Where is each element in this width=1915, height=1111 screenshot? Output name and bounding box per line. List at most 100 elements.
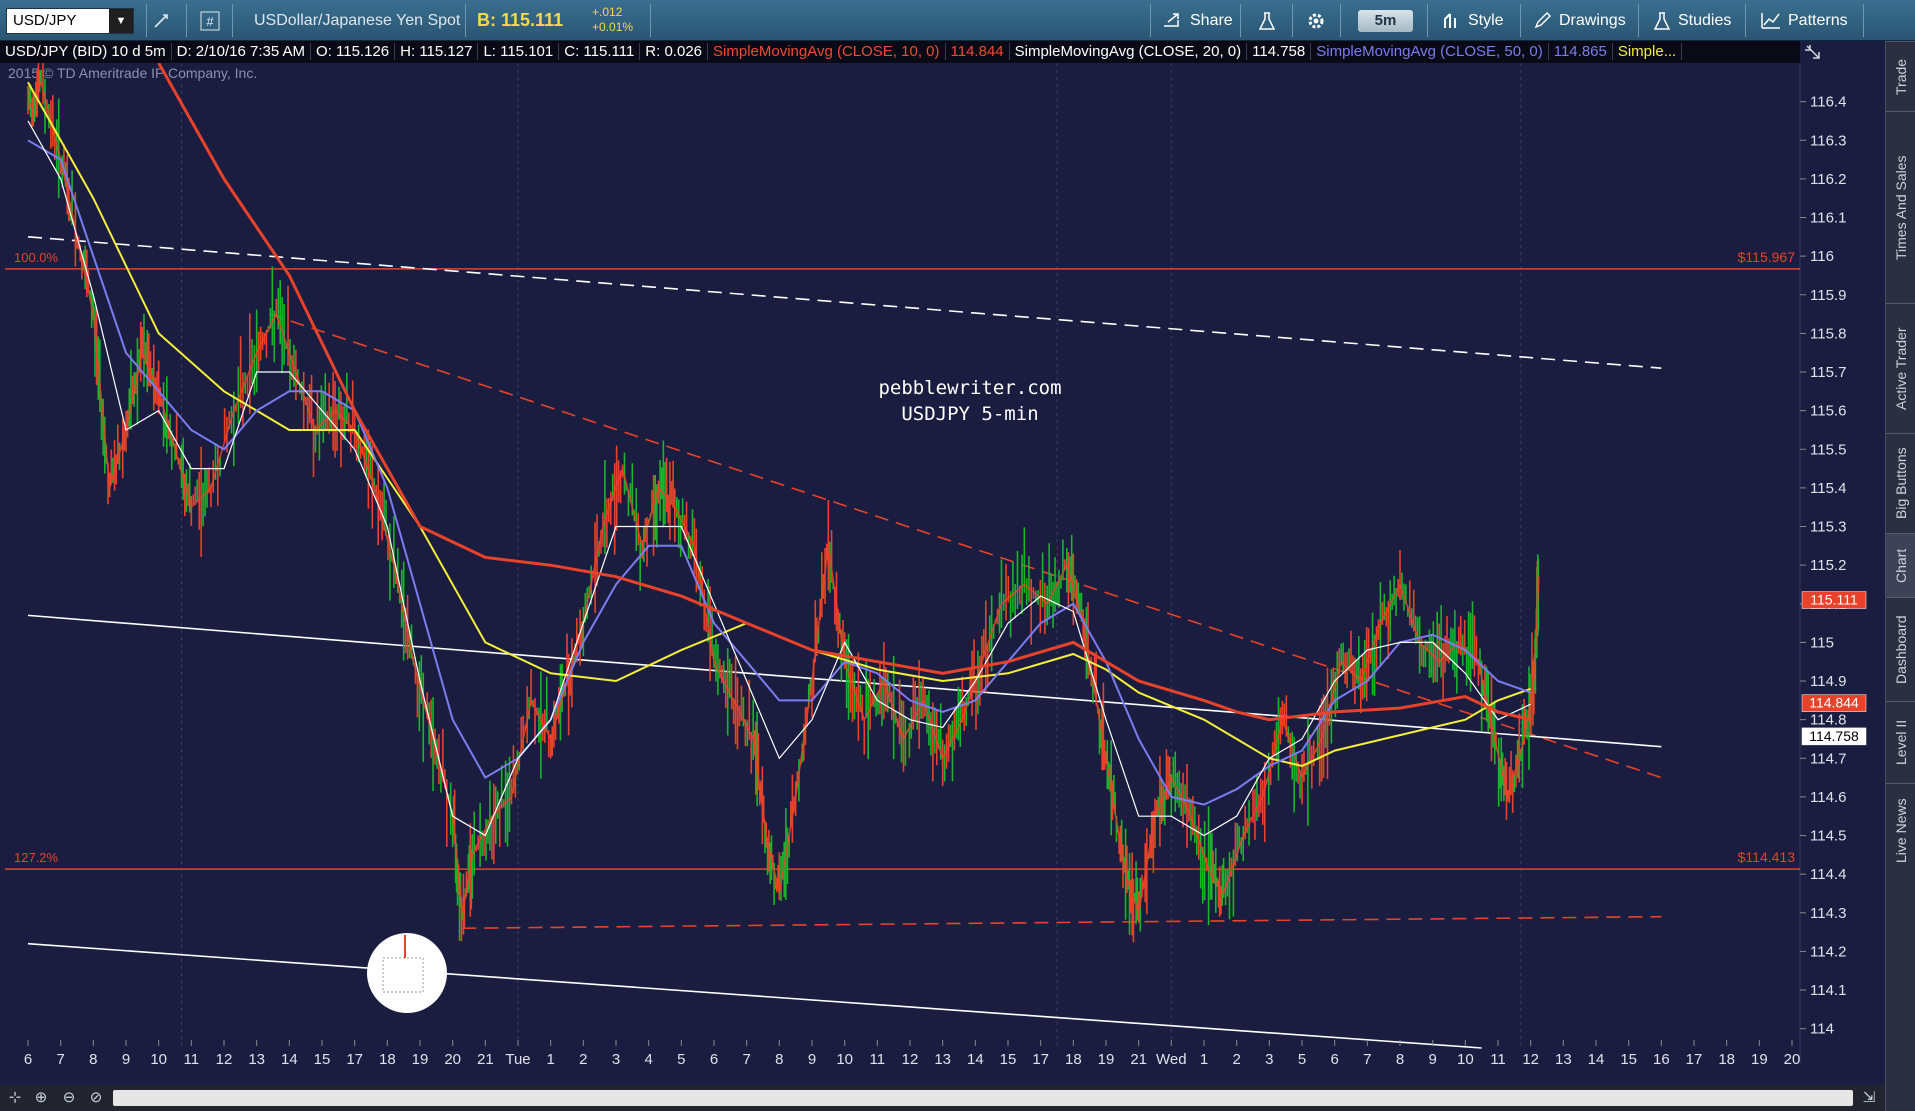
x-tick-label: 9 bbox=[122, 1051, 130, 1068]
magnifier-marker[interactable] bbox=[367, 933, 447, 1013]
x-tick-label: 13 bbox=[248, 1051, 265, 1068]
x-tick-label: 12 bbox=[216, 1051, 233, 1068]
tab-big-buttons[interactable]: Big Buttons bbox=[1886, 433, 1915, 533]
x-tick-label: 14 bbox=[281, 1051, 298, 1068]
high-label: H: 115.127 bbox=[395, 43, 479, 60]
right-side-panel: Trade Times And Sales Active Trader Big … bbox=[1885, 41, 1915, 1111]
y-tick-label: 114.8 bbox=[1810, 712, 1846, 729]
zoom-out-icon[interactable]: ⊖ bbox=[58, 1088, 80, 1108]
time-scrollbar[interactable] bbox=[113, 1090, 1853, 1106]
tab-live-news[interactable]: Live News bbox=[1886, 783, 1915, 878]
x-tick-label: 12 bbox=[902, 1051, 919, 1068]
x-tick-label: 19 bbox=[1098, 1051, 1115, 1068]
zoom-reset-icon[interactable]: ⊘ bbox=[85, 1088, 107, 1108]
range-label: R: 0.026 bbox=[640, 43, 709, 60]
symbol-description: USDollar/Japanese Yen Spot bbox=[254, 11, 461, 29]
x-tick-label: 1 bbox=[546, 1051, 554, 1068]
timeframe-button[interactable]: 5m bbox=[1358, 10, 1413, 32]
style-icon bbox=[1444, 12, 1456, 28]
cursor-icon[interactable]: ⊹ bbox=[4, 1088, 26, 1108]
x-tick-label: 19 bbox=[412, 1051, 429, 1068]
fib-level-left-label: 127.2% bbox=[14, 850, 59, 865]
x-tick-label: 8 bbox=[775, 1051, 783, 1068]
watermark-line-1: pebblewriter.com bbox=[878, 377, 1061, 399]
patterns-icon bbox=[1761, 12, 1780, 29]
link-icon[interactable] bbox=[152, 0, 170, 41]
x-tick-label: 8 bbox=[89, 1051, 97, 1068]
studies-button[interactable]: Studies bbox=[1652, 0, 1731, 41]
bid-price: B: 115.111 bbox=[477, 10, 564, 30]
svg-text:#: # bbox=[206, 14, 214, 29]
price-flag-label: 115.111 bbox=[1810, 592, 1858, 608]
study-info-bar: USD/JPY (BID) 10 d 5m D: 2/10/16 7:35 AM O… bbox=[0, 41, 1800, 63]
symbol-selector[interactable]: USD/JPY ▼ bbox=[6, 8, 134, 34]
hash-icon[interactable]: # bbox=[200, 0, 220, 41]
x-tick-label: 17 bbox=[346, 1051, 363, 1068]
tab-active-trader[interactable]: Active Trader bbox=[1886, 303, 1915, 433]
copyright-text: 2015 © TD Ameritrade IP Company, Inc. bbox=[8, 65, 257, 81]
y-tick-label: 114 bbox=[1810, 1021, 1834, 1038]
y-tick-label: 114.4 bbox=[1810, 866, 1846, 883]
date-label: D: 2/10/16 7:35 AM bbox=[171, 43, 312, 60]
bottom-bar: ⊹ ⊕ ⊖ ⊘ ⇲ bbox=[0, 1085, 1885, 1111]
x-tick-label: 5 bbox=[1298, 1051, 1306, 1068]
x-tick-label: 15 bbox=[1620, 1051, 1637, 1068]
close-label: C: 115.111 bbox=[559, 43, 641, 60]
share-button[interactable]: Share bbox=[1162, 0, 1233, 41]
x-tick-label: 10 bbox=[1457, 1051, 1474, 1068]
tab-dashboard[interactable]: Dashboard bbox=[1886, 597, 1915, 701]
style-button[interactable]: Style bbox=[1442, 0, 1504, 41]
tab-times-and-sales[interactable]: Times And Sales bbox=[1886, 111, 1915, 303]
x-tick-label: 9 bbox=[808, 1051, 816, 1068]
instrument-label: USD/JPY (BID) 10 d 5m bbox=[0, 43, 172, 60]
x-tick-label: 14 bbox=[967, 1051, 984, 1068]
open-label: O: 115.126 bbox=[311, 43, 396, 60]
x-tick-label: 1 bbox=[1200, 1051, 1208, 1068]
y-tick-label: 115.9 bbox=[1810, 287, 1846, 304]
x-tick-label: 15 bbox=[314, 1051, 331, 1068]
x-tick-label: 3 bbox=[1265, 1051, 1273, 1068]
y-tick-label: 116.2 bbox=[1810, 171, 1846, 188]
y-tick-label: 114.2 bbox=[1810, 943, 1846, 960]
tab-trade[interactable]: Trade bbox=[1886, 41, 1915, 111]
top-toolbar: USD/JPY ▼ # USDollar/Japanese Yen Spot B… bbox=[0, 0, 1915, 41]
x-tick-label: Tue bbox=[505, 1051, 530, 1068]
y-tick-label: 114.5 bbox=[1810, 828, 1846, 845]
patterns-button[interactable]: Patterns bbox=[1760, 0, 1848, 41]
pencil-icon bbox=[1534, 11, 1551, 28]
drawings-button[interactable]: Drawings bbox=[1533, 0, 1626, 41]
watermark-line-2: USDJPY 5-min bbox=[901, 403, 1038, 425]
x-tick-label: 11 bbox=[870, 1051, 886, 1068]
x-tick-label: 11 bbox=[1490, 1051, 1506, 1068]
y-tick-label: 114.3 bbox=[1810, 905, 1846, 922]
x-tick-label: 12 bbox=[1522, 1051, 1539, 1068]
x-tick-label: 5 bbox=[677, 1051, 685, 1068]
fib-level-right-label: $114.413 bbox=[1738, 849, 1796, 865]
x-tick-label: 2 bbox=[1232, 1051, 1240, 1068]
y-tick-label: 115.8 bbox=[1810, 325, 1846, 342]
x-tick-label: 9 bbox=[1428, 1051, 1436, 1068]
price-flag-label: 114.758 bbox=[1809, 728, 1859, 744]
x-tick-label: 10 bbox=[836, 1051, 853, 1068]
expand-icon[interactable]: ⇲ bbox=[1858, 1088, 1880, 1108]
tab-chart[interactable]: Chart bbox=[1886, 533, 1915, 597]
y-tick-label: 115.7 bbox=[1810, 364, 1846, 381]
flask-icon[interactable] bbox=[1258, 0, 1276, 41]
plot-area bbox=[0, 63, 1800, 1085]
gear-icon[interactable] bbox=[1306, 0, 1326, 41]
y-tick-label: 114.1 bbox=[1810, 982, 1846, 999]
x-tick-label: 18 bbox=[1718, 1051, 1735, 1068]
y-tick-label: 114.9 bbox=[1810, 673, 1846, 690]
more-studies-label: Simple... bbox=[1612, 43, 1683, 60]
zoom-in-icon[interactable]: ⊕ bbox=[30, 1088, 52, 1108]
low-label: L: 115.101 bbox=[478, 43, 560, 60]
x-tick-label: 6 bbox=[710, 1051, 718, 1068]
share-icon bbox=[1164, 12, 1179, 27]
x-tick-label: 21 bbox=[1130, 1051, 1147, 1068]
y-tick-label: 114.6 bbox=[1810, 789, 1846, 806]
x-tick-label: 20 bbox=[1784, 1051, 1801, 1068]
price-chart[interactable]: 2015 © TD Ameritrade IP Company, Inc. pe… bbox=[0, 63, 1885, 1085]
chevron-down-icon[interactable]: ▼ bbox=[109, 9, 133, 33]
x-tick-label: 11 bbox=[184, 1051, 200, 1068]
tab-level-ii[interactable]: Level II bbox=[1886, 701, 1915, 783]
